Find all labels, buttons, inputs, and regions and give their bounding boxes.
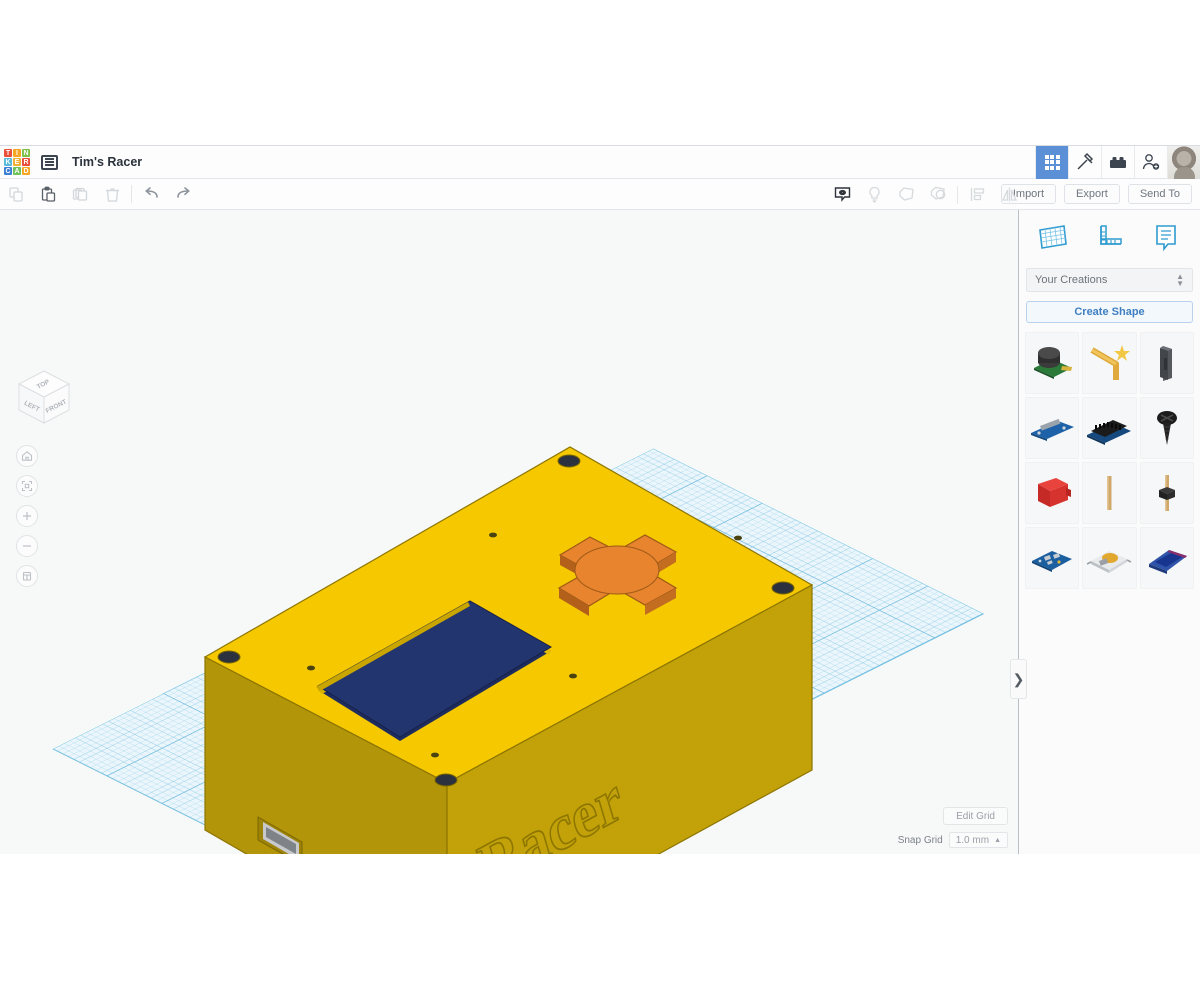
shape-thumb-gray-module[interactable] xyxy=(1139,332,1194,394)
shape-thumb-tan-rod[interactable] xyxy=(1082,462,1137,524)
ruler-icon[interactable] xyxy=(1092,222,1126,254)
delete-trash-icon[interactable] xyxy=(96,179,128,210)
panel-collapse-toggle[interactable]: ❯ xyxy=(1010,659,1027,699)
export-button[interactable]: Export xyxy=(1064,184,1120,204)
app-header: TIN KER CAD Tim's Racer xyxy=(0,145,1200,179)
snap-grid-select[interactable]: 1.0 mm ▲ xyxy=(948,832,1008,848)
home-view-button[interactable] xyxy=(16,445,38,467)
shape-thumb-rod-with-block[interactable] xyxy=(1139,462,1194,524)
tinkercad-logo[interactable]: TIN KER CAD xyxy=(2,147,32,177)
logo-tile-c: C xyxy=(4,167,12,175)
add-person-icon[interactable] xyxy=(1134,145,1167,179)
redo-icon[interactable] xyxy=(167,179,199,210)
workplane-grid-icon[interactable] xyxy=(1036,222,1070,254)
shape-thumb-blue-chip-board[interactable] xyxy=(1025,527,1080,589)
shape-thumb-header-board[interactable] xyxy=(1082,397,1137,459)
shape-thumb-red-cube-button[interactable] xyxy=(1025,462,1080,524)
toolbar-divider-2 xyxy=(957,185,958,204)
undo-icon[interactable] xyxy=(135,179,167,210)
logo-tile-e: E xyxy=(13,158,21,166)
file-actions: Import Export Send To xyxy=(1000,179,1200,210)
view-toolbar xyxy=(826,179,1025,210)
notes-icon[interactable] xyxy=(1149,222,1183,254)
toolbar-divider xyxy=(131,185,132,203)
snap-grid-row: Snap Grid 1.0 mm ▲ xyxy=(898,832,1008,848)
collection-select-value: Your Creations xyxy=(1035,274,1108,286)
align-icon[interactable] xyxy=(961,179,993,210)
view-cube[interactable]: TOP LEFT FRONT xyxy=(14,368,74,430)
edit-grid-button[interactable]: Edit Grid xyxy=(943,807,1008,825)
header-actions xyxy=(1035,145,1200,179)
group-shapes-icon[interactable] xyxy=(922,179,954,210)
panel-icon-row xyxy=(1019,210,1200,264)
edit-toolbar: Import Export Send To xyxy=(0,179,1200,210)
shape-thumb-gold-bracket-star[interactable] xyxy=(1082,332,1137,394)
shape-thumb-tactile-switch[interactable] xyxy=(1082,527,1137,589)
logo-tile-k: K xyxy=(4,158,12,166)
snap-grid-value: 1.0 mm xyxy=(955,834,990,846)
select-stepper-icon: ▲ ▼ xyxy=(1176,271,1184,288)
mirror-flip-icon[interactable] xyxy=(993,179,1025,210)
grid-controls: Edit Grid Snap Grid 1.0 mm ▲ xyxy=(898,806,1008,848)
shape-thumb-blue-angled-board[interactable] xyxy=(1139,527,1194,589)
logo-tile-r: R xyxy=(22,158,30,166)
fit-to-view-button[interactable] xyxy=(16,475,38,497)
shape-thumb-blue-sensor-strip[interactable] xyxy=(1025,397,1080,459)
shape-thumb-black-screw[interactable] xyxy=(1139,397,1194,459)
paste-icon[interactable] xyxy=(32,179,64,210)
shape-polygon-icon[interactable] xyxy=(890,179,922,210)
logo-tile-d: D xyxy=(22,167,30,175)
tinkercad-window: TIN KER CAD Tim's Racer Import Export Send… xyxy=(0,145,1200,854)
shapes-panel: Your Creations ▲ ▼ Create Shape xyxy=(1019,210,1200,854)
shape-thumbnail-grid xyxy=(1025,332,1194,589)
duplicate-icon[interactable] xyxy=(64,179,96,210)
logo-tile-n: N xyxy=(22,149,30,157)
zoom-out-button[interactable] xyxy=(16,535,38,557)
zoom-in-button[interactable] xyxy=(16,505,38,527)
lightbulb-hint-icon[interactable] xyxy=(858,179,890,210)
shape-thumb-buzzer-board[interactable] xyxy=(1025,332,1080,394)
perspective-toggle-button[interactable] xyxy=(16,565,38,587)
create-shape-button[interactable]: Create Shape xyxy=(1026,301,1193,323)
workplane-grid xyxy=(52,448,985,854)
send-to-button[interactable]: Send To xyxy=(1127,184,1192,204)
page-title: Tim's Racer xyxy=(72,155,143,169)
copy-icon[interactable] xyxy=(0,179,32,210)
collection-select[interactable]: Your Creations ▲ ▼ xyxy=(1026,268,1193,292)
logo-tile-a: A xyxy=(13,167,21,175)
blocks-brick-icon[interactable] xyxy=(1101,145,1134,179)
user-avatar[interactable] xyxy=(1167,145,1200,179)
3d-viewport[interactable]: Workplane xyxy=(0,210,1018,854)
list-menu-icon[interactable] xyxy=(41,154,58,170)
navigation-controls xyxy=(16,445,38,587)
grid-view-icon[interactable] xyxy=(1035,145,1068,179)
snap-grid-label: Snap Grid xyxy=(897,834,943,846)
caret-up-icon: ▲ xyxy=(994,836,1001,844)
visibility-eye-icon[interactable] xyxy=(826,179,858,210)
logo-tile-i: I xyxy=(13,149,21,157)
logo-tile-t: T xyxy=(4,149,12,157)
tools-hammer-icon[interactable] xyxy=(1068,145,1101,179)
